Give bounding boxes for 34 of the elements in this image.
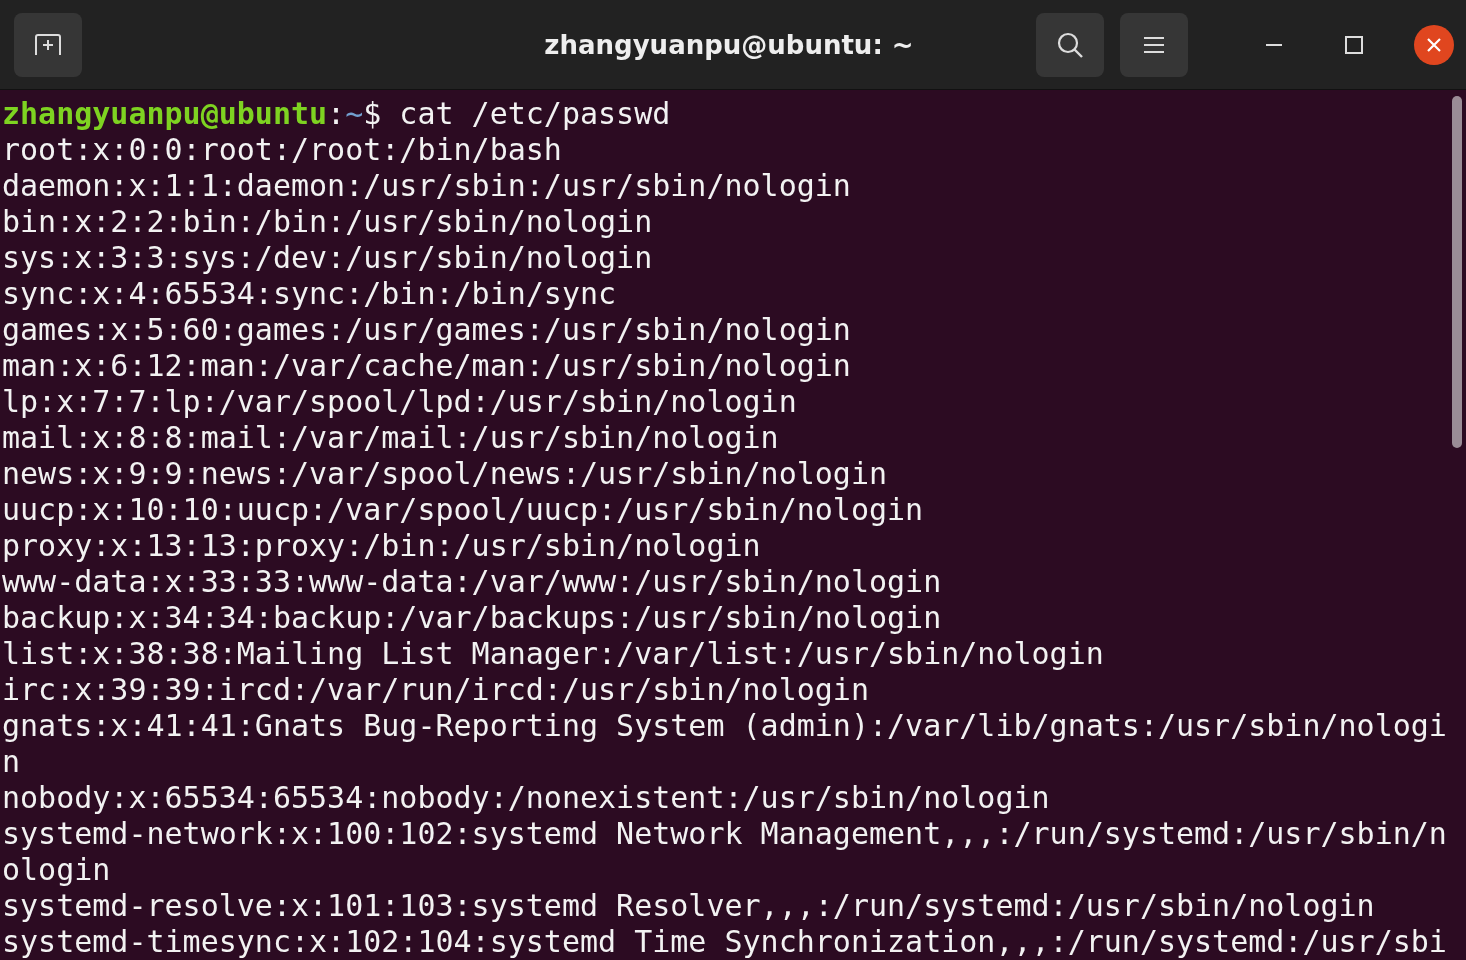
output-line: games:x:5:60:games:/usr/games:/usr/sbin/nologin xyxy=(2,312,852,348)
close-button[interactable] xyxy=(1414,24,1454,65)
output-line: nobody:x:65534:65534:nobody:/nonexistent:/usr/sbin/nologin xyxy=(2,780,1051,816)
output-line: irc:x:39:39:ircd:/var/run/ircd:/usr/sbin/nologin xyxy=(2,672,870,708)
output-line: uucp:x:10:10:uucp:/var/spool/uucp:/usr/sbin/nologin xyxy=(2,492,925,528)
output-line: sync:x:4:65534:sync:/bin:/bin/sync xyxy=(2,276,618,312)
output-line: proxy:x:13:13:proxy:/bin:/usr/sbin/nologin xyxy=(2,528,762,564)
output-line: systemd-timesync:x:102:104:systemd Time Synchronization,,,:/run/systemd:/usr/sbi xyxy=(2,924,1447,960)
output-line: list:x:38:38:Mailing List Manager:/var/list:/usr/sbin/nologin xyxy=(2,636,1105,672)
output-line: backup:x:34:34:backup:/var/backups:/usr/sbin/nologin xyxy=(2,600,943,636)
menu-icon xyxy=(1143,34,1165,55)
command-text: cat /etc/passwd xyxy=(399,96,671,131)
output-line: daemon:x:1:1:daemon:/usr/sbin:/usr/sbin/nologin xyxy=(2,168,852,204)
prompt-symbol: $ xyxy=(363,96,382,131)
output-line: systemd-resolve:x:101:103:systemd Resolver,,,:/run/systemd:/usr/sbin/nologin xyxy=(2,888,1376,924)
new-tab-button[interactable] xyxy=(14,12,82,77)
output-line: sys:x:3:3:sys:/dev:/usr/sbin/nologin xyxy=(2,240,654,276)
prompt-user-host: zhangyuanpu@ubuntu xyxy=(2,96,328,131)
output-line: lp:x:7:7:lp:/var/spool/lpd:/usr/sbin/nologin xyxy=(2,384,798,420)
prompt-path: ~ xyxy=(345,96,364,131)
output-line: www-data:x:33:33:www-data:/var/www:/usr/sbin/nologin xyxy=(2,564,943,600)
window-title: zhangyuanpu@ubuntu: ~ xyxy=(543,29,915,60)
scrollbar-thumb[interactable] xyxy=(1452,96,1462,448)
output-line: man:x:6:12:man:/var/cache/man:/usr/sbin/nologin xyxy=(2,348,852,384)
menu-button[interactable] xyxy=(1120,12,1188,77)
output-line: mail:x:8:8:mail:/var/mail:/usr/sbin/nologin xyxy=(2,420,780,456)
close-icon xyxy=(1426,36,1442,53)
search-button[interactable] xyxy=(1036,12,1104,77)
maximize-icon xyxy=(1345,35,1363,54)
output-line: root:x:0:0:root:/root:/bin/bash xyxy=(2,132,563,168)
prompt-separator: : xyxy=(327,96,346,131)
output-line: news:x:9:9:news:/var/spool/news:/usr/sbin/nologin xyxy=(2,456,888,492)
minimize-icon xyxy=(1265,42,1283,47)
output-line: bin:x:2:2:bin:/bin:/usr/sbin/nologin xyxy=(2,204,654,240)
